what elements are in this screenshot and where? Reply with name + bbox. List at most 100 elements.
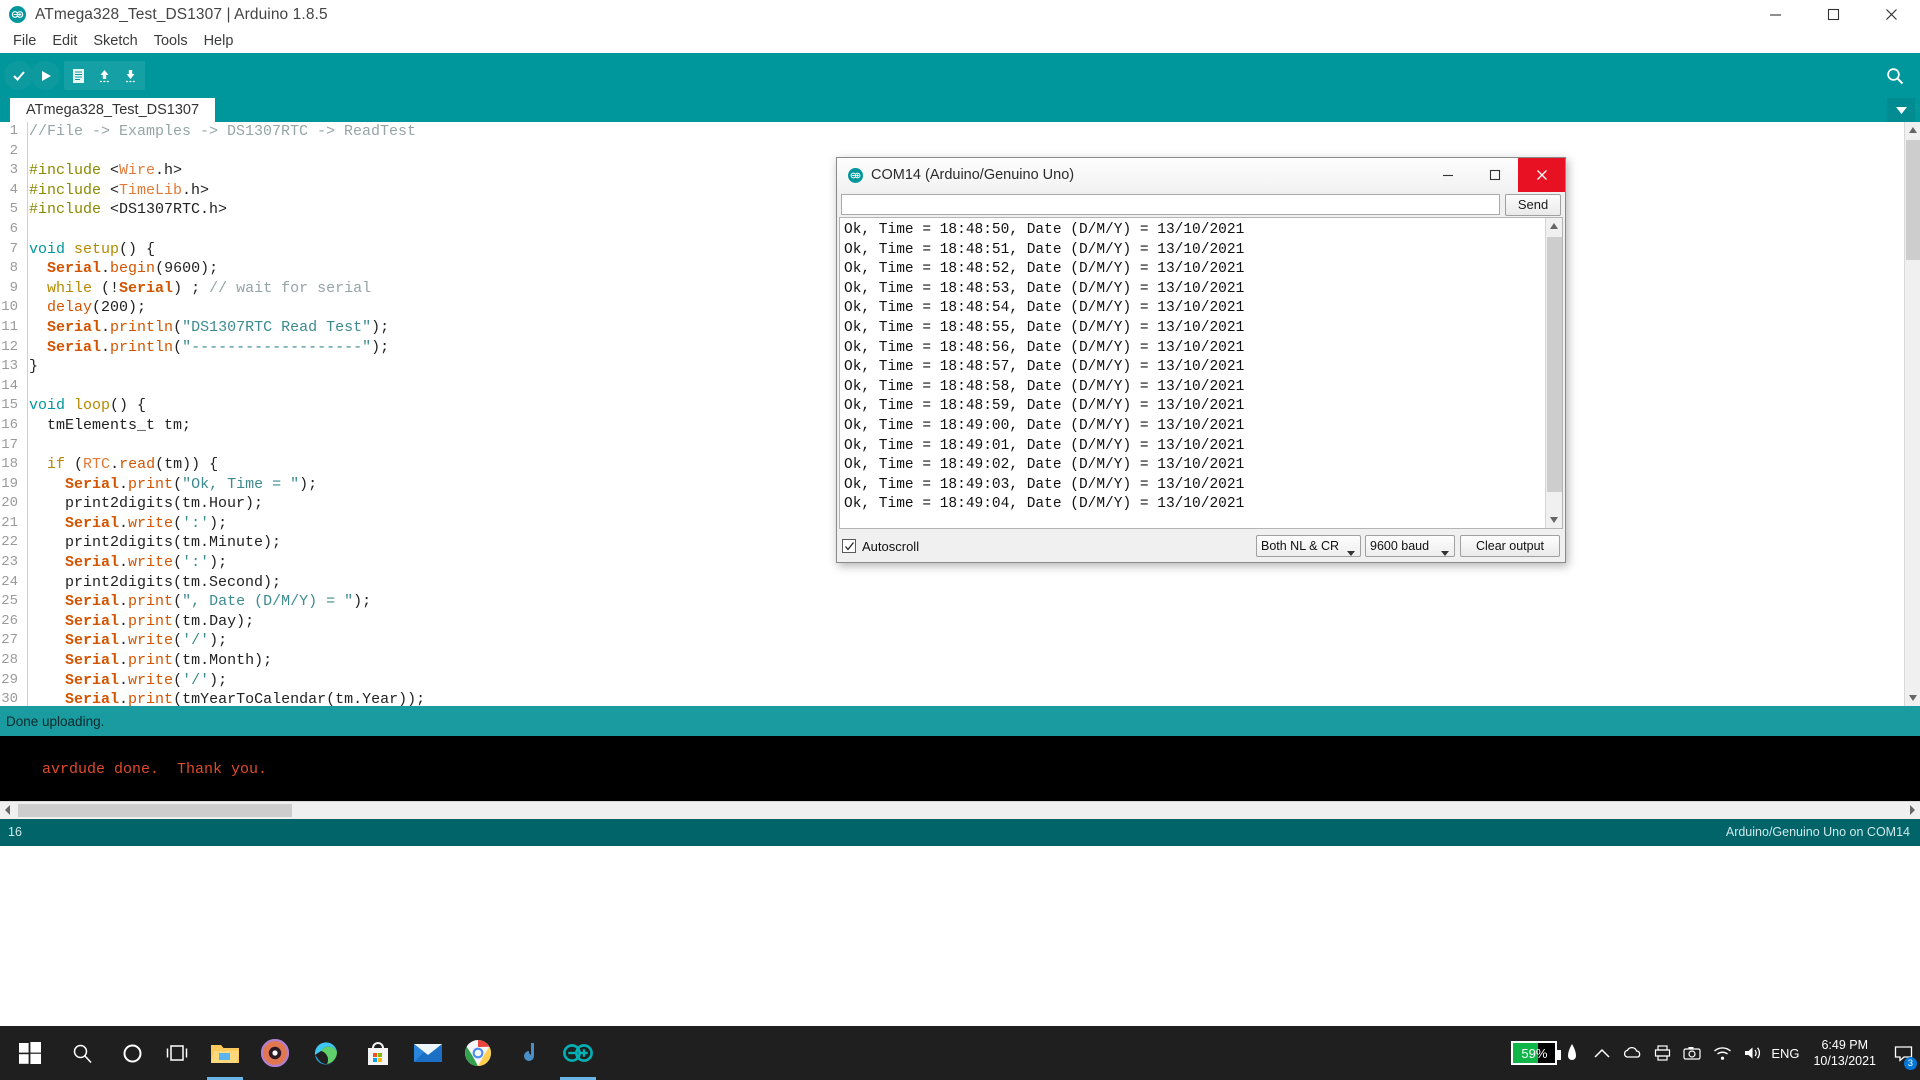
serial-monitor-close-button[interactable]	[1518, 158, 1565, 192]
line-ending-select[interactable]: Both NL & CR	[1256, 535, 1361, 557]
maximize-button[interactable]	[1804, 0, 1862, 29]
code-line-text: print2digits(tm.Minute);	[29, 534, 282, 552]
serial-output-line: Ok, Time = 18:49:01, Date (D/M/Y) = 13/1…	[844, 437, 1245, 454]
clock[interactable]: 6:49 PM 10/13/2021	[1803, 1026, 1886, 1080]
taskbar-app-microsoft-edge[interactable]	[296, 1026, 356, 1080]
serial-monitor-options-bar: Autoscroll Both NL & CR 9600 baud Clear …	[837, 530, 1565, 562]
code-line: 30 Serial.print(tmYearToCalendar(tm.Year…	[0, 690, 1900, 706]
console-horizontal-scrollbar[interactable]	[0, 801, 1920, 819]
save-sketch-button[interactable]	[116, 61, 145, 90]
console-scroll-thumb[interactable]	[18, 804, 292, 817]
menu-edit[interactable]: Edit	[44, 31, 85, 51]
arduino-ide-window: ATmega328_Test_DS1307 | Arduino 1.8.5 Fi…	[0, 0, 1920, 1080]
code-line: 1 //File -> Examples -> DS1307RTC -> Read…	[0, 122, 1900, 142]
serial-output-text: Ok, Time = 18:48:50, Date (D/M/Y) = 13/1…	[840, 218, 1546, 515]
line-number: 24	[1, 573, 18, 590]
code-line-text: Serial.print(tm.Month);	[65, 652, 273, 670]
sketch-tab-bar: ATmega328_Test_DS1307	[0, 98, 1920, 122]
serial-output-line: Ok, Time = 18:49:04, Date (D/M/Y) = 13/1…	[844, 496, 1245, 513]
serial-scroll-up-arrow[interactable]	[1546, 218, 1562, 234]
print-icon[interactable]	[1647, 1026, 1677, 1080]
serial-monitor-title: COM14 (Arduino/Genuino Uno)	[871, 167, 1075, 183]
serial-monitor-maximize-button[interactable]	[1471, 158, 1518, 192]
serial-send-button[interactable]: Send	[1505, 193, 1561, 216]
clear-output-button[interactable]: Clear output	[1460, 535, 1560, 557]
line-number: 29	[1, 671, 18, 688]
code-line-text: delay(200);	[47, 299, 147, 317]
serial-scroll-thumb[interactable]	[1547, 237, 1562, 492]
start-button[interactable]	[0, 1026, 60, 1080]
code-line-text: Serial.println("DS1307RTC Read Test");	[47, 318, 390, 336]
scroll-up-arrow[interactable]	[1905, 122, 1920, 138]
line-number: 25	[1, 593, 18, 610]
serial-output-line: Ok, Time = 18:49:02, Date (D/M/Y) = 13/1…	[844, 457, 1245, 474]
taskbar-app-arduino-ide[interactable]	[548, 1026, 608, 1080]
tab-dropdown-button[interactable]	[1887, 98, 1915, 122]
minimize-button[interactable]	[1746, 0, 1804, 29]
line-number: 18	[1, 456, 18, 473]
code-line-text: Serial.print("Ok, Time = ");	[65, 475, 318, 493]
code-line-text: }	[29, 358, 39, 376]
editor-scroll-thumb[interactable]	[1906, 140, 1920, 260]
pen-icon[interactable]	[1557, 1026, 1587, 1080]
code-line-text: #include <DS1307RTC.h>	[29, 201, 228, 219]
serial-output-line: Ok, Time = 18:49:00, Date (D/M/Y) = 13/1…	[844, 417, 1245, 434]
code-line-text: while (!Serial) ; // wait for serial	[47, 279, 372, 297]
menu-help[interactable]: Help	[196, 31, 242, 51]
menu-tools[interactable]: Tools	[146, 31, 196, 51]
open-sketch-button[interactable]	[90, 61, 119, 90]
status-message: Done uploading.	[6, 713, 105, 729]
sketch-tab[interactable]: ATmega328_Test_DS1307	[10, 98, 216, 122]
battery-status-icon[interactable]: 59%	[1511, 1041, 1562, 1065]
serial-monitor-button[interactable]	[1882, 63, 1908, 89]
verify-button[interactable]	[4, 61, 33, 90]
autoscroll-checkbox-box[interactable]	[842, 539, 856, 553]
close-button[interactable]	[1862, 0, 1920, 29]
editor-vertical-scrollbar[interactable]	[1904, 122, 1920, 706]
baud-rate-select[interactable]: 9600 baud	[1365, 535, 1455, 557]
taskbar-app-google-chrome[interactable]	[448, 1026, 508, 1080]
code-line-text: tmElements_t tm;	[29, 416, 192, 434]
system-tray: 59% ENG 6:49 PM 10/13/2021 3	[1511, 1026, 1920, 1080]
main-toolbar	[0, 53, 1920, 98]
upload-button[interactable]	[31, 61, 60, 90]
line-number: 11	[1, 318, 18, 335]
window-titlebar: ATmega328_Test_DS1307 | Arduino 1.8.5	[0, 0, 1920, 29]
autoscroll-label: Autoscroll	[862, 538, 920, 554]
autoscroll-checkbox[interactable]: Autoscroll	[842, 539, 919, 554]
serial-output-scrollbar[interactable]	[1545, 218, 1562, 528]
line-number: 27	[1, 632, 18, 649]
serial-monitor-minimize-button[interactable]	[1424, 158, 1471, 192]
line-number: 30	[1, 691, 18, 706]
line-number: 12	[1, 338, 18, 355]
serial-output-line: Ok, Time = 18:48:56, Date (D/M/Y) = 13/1…	[844, 339, 1245, 356]
code-line-text: Serial.begin(9600);	[47, 260, 219, 278]
new-sketch-button[interactable]	[64, 61, 93, 90]
console-text: avrdude done. Thank you.	[42, 761, 268, 778]
code-line-text: print2digits(tm.Hour);	[29, 495, 264, 513]
clear-output-label: Clear output	[1475, 539, 1545, 553]
serial-send-input[interactable]	[841, 194, 1500, 215]
onedrive-icon[interactable]	[1617, 1026, 1647, 1080]
serial-output-line: Ok, Time = 18:48:58, Date (D/M/Y) = 13/1…	[844, 378, 1245, 395]
volume-icon[interactable]	[1737, 1026, 1767, 1080]
console-output: avrdude done. Thank you.	[0, 736, 1920, 801]
camera-icon[interactable]	[1677, 1026, 1707, 1080]
language-indicator[interactable]: ENG	[1767, 1026, 1803, 1080]
line-number: 10	[1, 299, 18, 316]
menu-file[interactable]: File	[5, 31, 44, 51]
code-line-text: #include <TimeLib.h>	[29, 181, 210, 199]
menu-sketch[interactable]: Sketch	[85, 31, 145, 51]
line-number: 1	[9, 123, 18, 139]
notifications-icon[interactable]: 3	[1886, 1026, 1920, 1080]
code-line-text: Serial.write('/');	[65, 632, 228, 650]
wifi-icon[interactable]	[1707, 1026, 1737, 1080]
sketch-tab-label: ATmega328_Test_DS1307	[26, 102, 200, 118]
code-line: 25 Serial.print(", Date (D/M/Y) = ");	[0, 592, 1900, 612]
scroll-down-arrow[interactable]	[1905, 690, 1920, 706]
show-hidden-icons-chevron-icon[interactable]	[1587, 1026, 1617, 1080]
line-number: 14	[1, 377, 18, 394]
serial-scroll-down-arrow[interactable]	[1546, 512, 1562, 528]
